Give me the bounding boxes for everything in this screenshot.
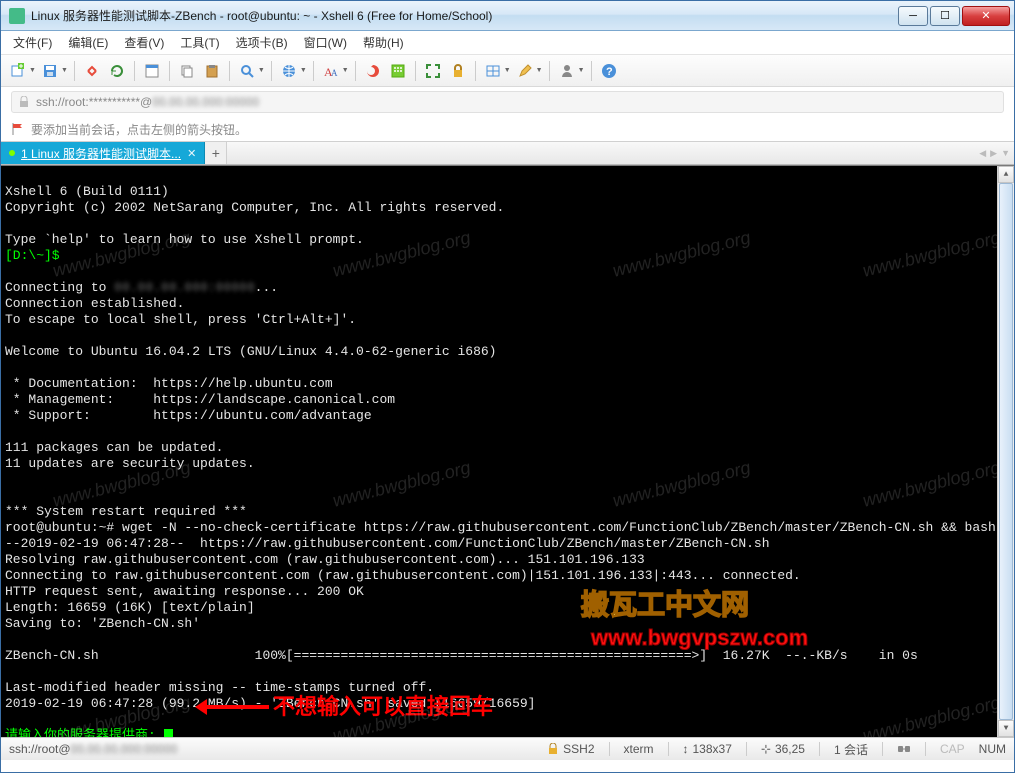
- address-text: ssh://root:***********@00.00.00.000:0000…: [36, 95, 259, 109]
- watermark-diagonal: www.bwgblog.org: [861, 694, 1002, 737]
- arrow-icon: [199, 705, 269, 709]
- minimize-button[interactable]: ─: [898, 6, 928, 26]
- swirl-icon[interactable]: [362, 60, 384, 82]
- vertical-scrollbar[interactable]: ▲ ▼: [997, 166, 1014, 737]
- svg-text:?: ?: [606, 66, 613, 78]
- status-cap: CAP: [940, 742, 965, 756]
- status-sessions: 1 会话: [834, 741, 868, 758]
- menu-tools[interactable]: 工具(T): [174, 32, 225, 53]
- scroll-up-icon[interactable]: ▲: [998, 166, 1014, 183]
- save-icon[interactable]: [39, 60, 61, 82]
- dropdown-icon[interactable]: ▼: [258, 67, 265, 74]
- dropdown-icon[interactable]: ▼: [300, 67, 307, 74]
- red-arrow-annotation: 不想输入可以直接回车: [199, 699, 493, 715]
- status-connect-icon: [897, 742, 911, 756]
- watermark-title: 搬瓦工中文网: [581, 598, 749, 614]
- lock-icon: [18, 96, 30, 108]
- new-session-icon[interactable]: [7, 60, 29, 82]
- paste-icon[interactable]: [201, 60, 223, 82]
- cursor: [164, 729, 173, 737]
- user-icon[interactable]: [556, 60, 578, 82]
- watermark-diagonal: www.bwgblog.org: [611, 229, 752, 279]
- hint-bar: 要添加当前会话，点击左侧的箭头按钮。: [1, 117, 1014, 141]
- watermark-diagonal: www.bwgblog.org: [861, 459, 1002, 509]
- new-tab-button[interactable]: +: [205, 142, 227, 164]
- menu-help[interactable]: 帮助(H): [357, 32, 410, 53]
- terminal-pane[interactable]: Xshell 6 (Build 0111) Copyright (c) 2002…: [1, 165, 1014, 737]
- menu-tabs[interactable]: 选项卡(B): [230, 32, 294, 53]
- menu-bar: 文件(F) 编辑(E) 查看(V) 工具(T) 选项卡(B) 窗口(W) 帮助(…: [1, 31, 1014, 55]
- disconnect-icon[interactable]: [81, 60, 103, 82]
- status-dot-icon: [9, 150, 15, 156]
- hint-text: 要添加当前会话，点击左侧的箭头按钮。: [31, 121, 247, 138]
- status-connection: ssh://root@00.00.00.000:00000: [9, 742, 177, 756]
- keypad-icon[interactable]: [387, 60, 409, 82]
- dropdown-icon[interactable]: ▼: [578, 67, 585, 74]
- window-titlebar: Linux 服务器性能测试脚本-ZBench - root@ubuntu: ~ …: [1, 1, 1014, 31]
- status-protocol: SSH2: [547, 742, 594, 756]
- watermark-url: www.bwgvpszw.com: [591, 630, 808, 646]
- help-icon[interactable]: ?: [598, 60, 620, 82]
- menu-view[interactable]: 查看(V): [118, 32, 170, 53]
- highlight-icon[interactable]: [514, 60, 536, 82]
- status-bar: ssh://root@00.00.00.000:00000 SSH2 xterm…: [1, 737, 1014, 760]
- status-cursor-pos: ⊹ 36,25: [761, 742, 805, 756]
- menu-edit[interactable]: 编辑(E): [62, 32, 114, 53]
- dropdown-icon[interactable]: ▼: [504, 67, 511, 74]
- dropdown-icon[interactable]: ▼: [342, 67, 349, 74]
- properties-icon[interactable]: [141, 60, 163, 82]
- layout-icon[interactable]: [482, 60, 504, 82]
- menu-file[interactable]: 文件(F): [7, 32, 58, 53]
- tab-label: 1 Linux 服务器性能测试脚本...: [21, 145, 181, 162]
- address-input[interactable]: ssh://root:***********@00.00.00.000:0000…: [11, 91, 1004, 113]
- menu-window[interactable]: 窗口(W): [298, 32, 353, 53]
- watermark-diagonal: www.bwgblog.org: [861, 229, 1002, 279]
- tab-scroll-left-icon[interactable]: ◀: [979, 148, 986, 159]
- scrollbar-thumb[interactable]: [999, 183, 1013, 720]
- annotation-text: 不想输入可以直接回车: [273, 699, 493, 715]
- tab-bar: 1 Linux 服务器性能测试脚本... ✕ + ◀ ▶ ▼: [1, 141, 1014, 165]
- status-size: ↕ 138x37: [683, 742, 732, 756]
- address-bar-row: ssh://root:***********@00.00.00.000:0000…: [1, 87, 1014, 117]
- session-tab[interactable]: 1 Linux 服务器性能测试脚本... ✕: [1, 142, 205, 164]
- toolbar: ▼ ▼ ▼ ▼ AA ▼ ▼ ▼ ▼ ?: [1, 55, 1014, 87]
- lock-icon: [547, 743, 559, 755]
- lock-icon[interactable]: [447, 60, 469, 82]
- maximize-button[interactable]: ☐: [930, 6, 960, 26]
- window-title: Linux 服务器性能测试脚本-ZBench - root@ubuntu: ~ …: [31, 7, 898, 24]
- tab-list-icon[interactable]: ▼: [1001, 148, 1010, 158]
- flag-icon: [11, 122, 25, 136]
- dropdown-icon[interactable]: ▼: [61, 67, 68, 74]
- copy-icon[interactable]: [176, 60, 198, 82]
- watermark-diagonal: www.bwgblog.org: [331, 459, 472, 509]
- find-icon[interactable]: [236, 60, 258, 82]
- status-num: NUM: [979, 742, 1006, 756]
- globe-icon[interactable]: [278, 60, 300, 82]
- reconnect-icon[interactable]: [106, 60, 128, 82]
- app-icon: [9, 8, 25, 24]
- scroll-down-icon[interactable]: ▼: [998, 720, 1014, 737]
- dropdown-icon[interactable]: ▼: [536, 67, 543, 74]
- font-icon[interactable]: AA: [320, 60, 342, 82]
- close-button[interactable]: ✕: [962, 6, 1010, 26]
- watermark-diagonal: www.bwgblog.org: [611, 459, 752, 509]
- dropdown-icon[interactable]: ▼: [29, 67, 36, 74]
- fullscreen-icon[interactable]: [422, 60, 444, 82]
- tab-close-icon[interactable]: ✕: [187, 147, 196, 160]
- status-term-type: xterm: [624, 742, 654, 756]
- tab-scroll-right-icon[interactable]: ▶: [990, 148, 997, 159]
- tab-scroll-controls: ◀ ▶ ▼: [979, 142, 1010, 164]
- svg-text:A: A: [331, 68, 338, 78]
